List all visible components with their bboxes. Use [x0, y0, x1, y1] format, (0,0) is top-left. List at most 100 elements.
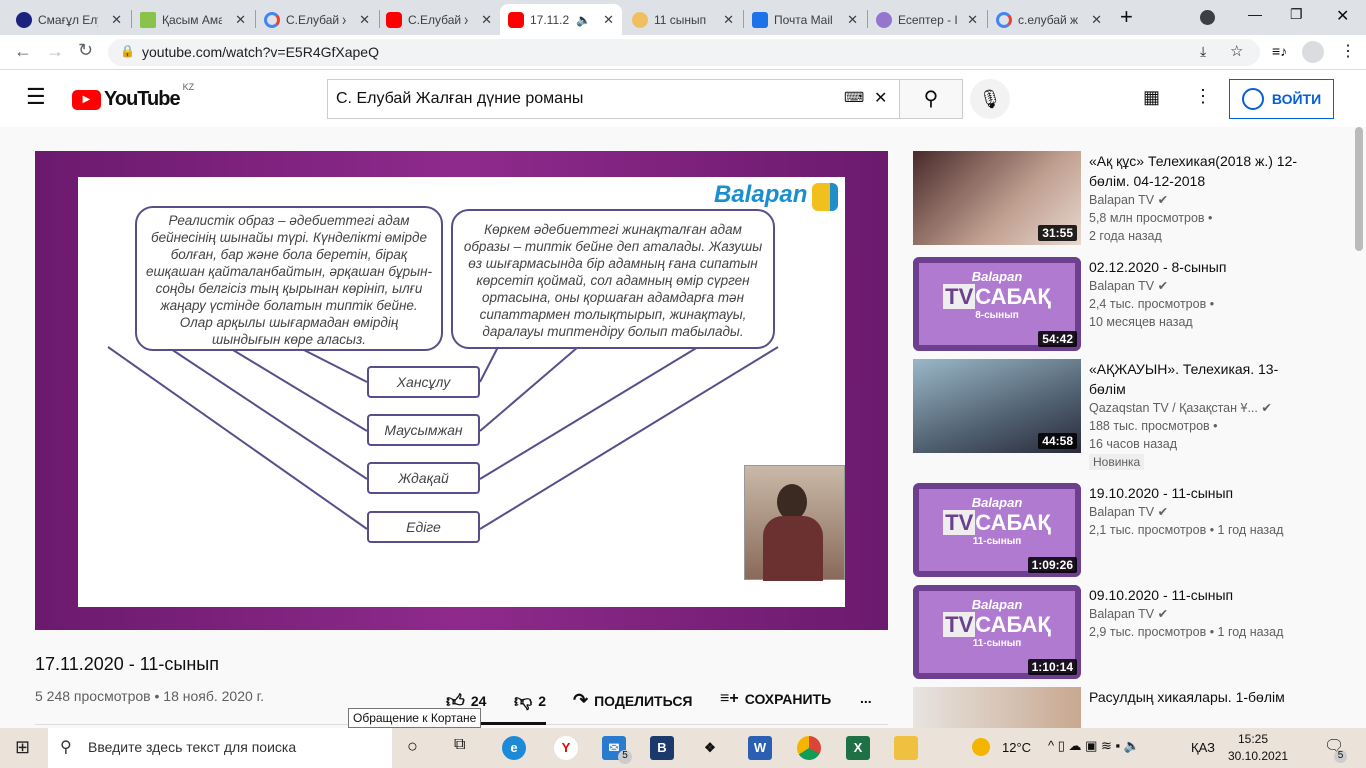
profile-icon[interactable]: [1302, 41, 1324, 63]
clock-date[interactable]: 30.10.2021: [1228, 749, 1288, 763]
close-icon[interactable]: ✕: [111, 12, 122, 28]
search-icon: ⚲: [923, 88, 939, 110]
recommended-video[interactable]: Balapan TVСАБАҚ 8-сынып 54:42 02.12.2020 - …: [913, 257, 1353, 357]
browser-tab-active[interactable]: 17.11.2 🔈 ✕: [500, 4, 622, 35]
chrome-icon[interactable]: [797, 736, 821, 760]
clear-icon[interactable]: ✕: [874, 88, 887, 108]
video-thumbnail[interactable]: 44:58: [913, 359, 1081, 453]
minimize-icon[interactable]: —: [1248, 6, 1262, 22]
browser-tab[interactable]: с.елубай ж ✕: [988, 4, 1110, 35]
settings-dots-icon[interactable]: ⋮: [1194, 86, 1212, 107]
clock-time[interactable]: 15:25: [1238, 732, 1268, 746]
weather-icon[interactable]: [972, 738, 990, 756]
forward-icon[interactable]: →: [46, 41, 64, 62]
search-input[interactable]: С. Елубай Жалған дүние романы ⌨ ✕: [327, 79, 900, 119]
tray-icons[interactable]: ^ ▯ ☁ ▣ ≋ ▪ 🔈: [1048, 738, 1140, 754]
install-icon[interactable]: ⤓: [1200, 43, 1206, 60]
recommended-video[interactable]: Balapan TVСАБАҚ 11-сынып 1:09:26 19.10.2020…: [913, 483, 1353, 583]
browser-tab[interactable]: Қасым Ама ✕: [132, 4, 254, 35]
speaker-icon[interactable]: 🔈: [576, 13, 591, 27]
yandex-icon[interactable]: Y: [554, 736, 578, 760]
mic-icon[interactable]: 🎙: [970, 79, 1010, 119]
channel-name[interactable]: Balapan TV: [1089, 279, 1154, 293]
close-icon[interactable]: ✕: [481, 12, 492, 28]
close-icon[interactable]: ✕: [603, 12, 614, 28]
task-view-icon[interactable]: ⧉: [454, 736, 465, 754]
restore-icon[interactable]: ❐: [1290, 6, 1303, 23]
language-indicator[interactable]: ҚАЗ: [1191, 740, 1215, 755]
verified-icon: ✔: [1157, 279, 1169, 293]
dropbox-icon[interactable]: ❖: [698, 736, 722, 760]
duration-badge: 31:55: [1038, 225, 1077, 241]
view-count: 2,4 тыс. просмотров •: [1089, 297, 1215, 311]
video-title[interactable]: «Ақ құс» Телехикая(2018 ж.) 12-бөлім. 04…: [1089, 151, 1309, 191]
youtube-logo[interactable]: ▶ YouTube KZ: [72, 82, 194, 111]
url-input[interactable]: 🔒 youtube.com/watch?v=E5R4GfXapeQ ⤓ ☆: [108, 39, 1260, 66]
menu-dots-icon[interactable]: ⋮: [1340, 41, 1356, 61]
edge-icon[interactable]: e: [502, 736, 526, 760]
recommended-video[interactable]: 44:58 «АҚЖАУЫН». Телехикая. 13-бөлім Qaza…: [913, 359, 1353, 475]
channel-name[interactable]: Balapan TV: [1089, 505, 1154, 519]
close-icon[interactable]: ✕: [723, 12, 734, 28]
tab-search-icon[interactable]: [1200, 10, 1215, 25]
b-app-icon[interactable]: B: [650, 736, 674, 760]
close-icon[interactable]: ✕: [847, 12, 858, 28]
close-window-icon[interactable]: ✕: [1336, 6, 1349, 26]
browser-tab[interactable]: Почта Mail ✕: [744, 4, 866, 35]
close-icon[interactable]: ✕: [235, 12, 246, 28]
video-title[interactable]: 09.10.2020 - 11-сынып: [1089, 585, 1329, 605]
hamburger-menu-icon[interactable]: ☰: [26, 84, 46, 110]
video-thumbnail[interactable]: 31:55: [913, 151, 1081, 245]
video-title[interactable]: «АҚЖАУЫН». Телехикая. 13-бөлім: [1089, 359, 1309, 399]
scrollbar[interactable]: [1355, 127, 1363, 251]
channel-name[interactable]: Balapan TV: [1089, 193, 1154, 207]
taskbar-search-input[interactable]: ⚲ Введите здесь текст для поиска: [48, 728, 392, 768]
bookmark-star-icon[interactable]: ☆: [1230, 42, 1243, 60]
cortana-icon[interactable]: ○: [407, 736, 418, 757]
video-thumbnail[interactable]: Balapan TVСАБАҚ 8-сынып 54:42: [913, 257, 1081, 351]
video-player[interactable]: Balapan Реалистік образ – әдебиеттегі ад…: [35, 151, 888, 630]
excel-icon[interactable]: X: [846, 736, 870, 760]
video-thumbnail[interactable]: Balapan TVСАБАҚ 11-сынып 1:10:14: [913, 585, 1081, 679]
browser-tab[interactable]: Есептер - І ✕: [868, 4, 986, 35]
browser-tab[interactable]: С.Елубай ж ✕: [378, 4, 500, 35]
video-thumbnail[interactable]: [913, 687, 1081, 728]
close-icon[interactable]: ✕: [359, 12, 370, 28]
dislike-button[interactable]: 👎︎ 2: [514, 690, 546, 712]
more-actions-button[interactable]: ...: [860, 690, 872, 706]
windows-start-icon[interactable]: ⊞: [15, 737, 30, 758]
save-button[interactable]: ≡+ СОХРАНИТЬ: [720, 690, 831, 708]
sun-logo-icon: [632, 11, 648, 28]
close-icon[interactable]: ✕: [967, 12, 978, 28]
share-button[interactable]: ↷ ПОДЕЛИТЬСЯ: [573, 690, 693, 711]
verified-icon: ✔: [1261, 401, 1272, 415]
channel-name[interactable]: Qazaqstan TV / Қазақстан Ұ...: [1089, 401, 1258, 415]
upload-age: 16 часов назад: [1089, 437, 1177, 451]
search-button[interactable]: ⚲: [899, 79, 963, 119]
back-icon[interactable]: ←: [14, 41, 32, 62]
media-control-icon[interactable]: ≡♪: [1272, 43, 1287, 59]
temperature: 12°C: [1002, 740, 1032, 755]
browser-tab[interactable]: 11 сынып ✕: [624, 4, 742, 35]
login-label: ВОЙТИ: [1271, 91, 1322, 107]
file-explorer-icon[interactable]: [894, 736, 918, 760]
thumbs-down-icon: 👎︎: [514, 691, 533, 711]
new-tab-icon[interactable]: +: [1120, 4, 1133, 30]
recommended-video[interactable]: Расулдың хикаялары. 1-бөлім: [913, 687, 1353, 728]
hand-logo-icon: [876, 11, 892, 28]
video-title[interactable]: Расулдың хикаялары. 1-бөлім: [1089, 687, 1309, 707]
browser-tab[interactable]: Смағұл Елу ✕: [8, 4, 130, 35]
browser-tab[interactable]: С.Елубай ж ✕: [256, 4, 378, 35]
close-icon[interactable]: ✕: [1091, 12, 1102, 28]
video-thumbnail[interactable]: Balapan TVСАБАҚ 11-сынып 1:09:26: [913, 483, 1081, 577]
apps-grid-icon[interactable]: ▦: [1143, 87, 1160, 108]
channel-name[interactable]: Balapan TV: [1089, 607, 1154, 621]
login-button[interactable]: ВОЙТИ: [1229, 79, 1334, 119]
video-title[interactable]: 02.12.2020 - 8-сынып: [1089, 257, 1309, 277]
video-title[interactable]: 19.10.2020 - 11-сынып: [1089, 483, 1329, 503]
word-icon[interactable]: W: [748, 736, 772, 760]
reload-icon[interactable]: ↻: [78, 40, 93, 61]
recommended-video[interactable]: 31:55 «Ақ құс» Телехикая(2018 ж.) 12-бөл…: [913, 151, 1353, 251]
keyboard-icon[interactable]: ⌨: [844, 89, 864, 106]
recommended-video[interactable]: Balapan TVСАБАҚ 11-сынып 1:10:14 09.10.2020…: [913, 585, 1353, 685]
